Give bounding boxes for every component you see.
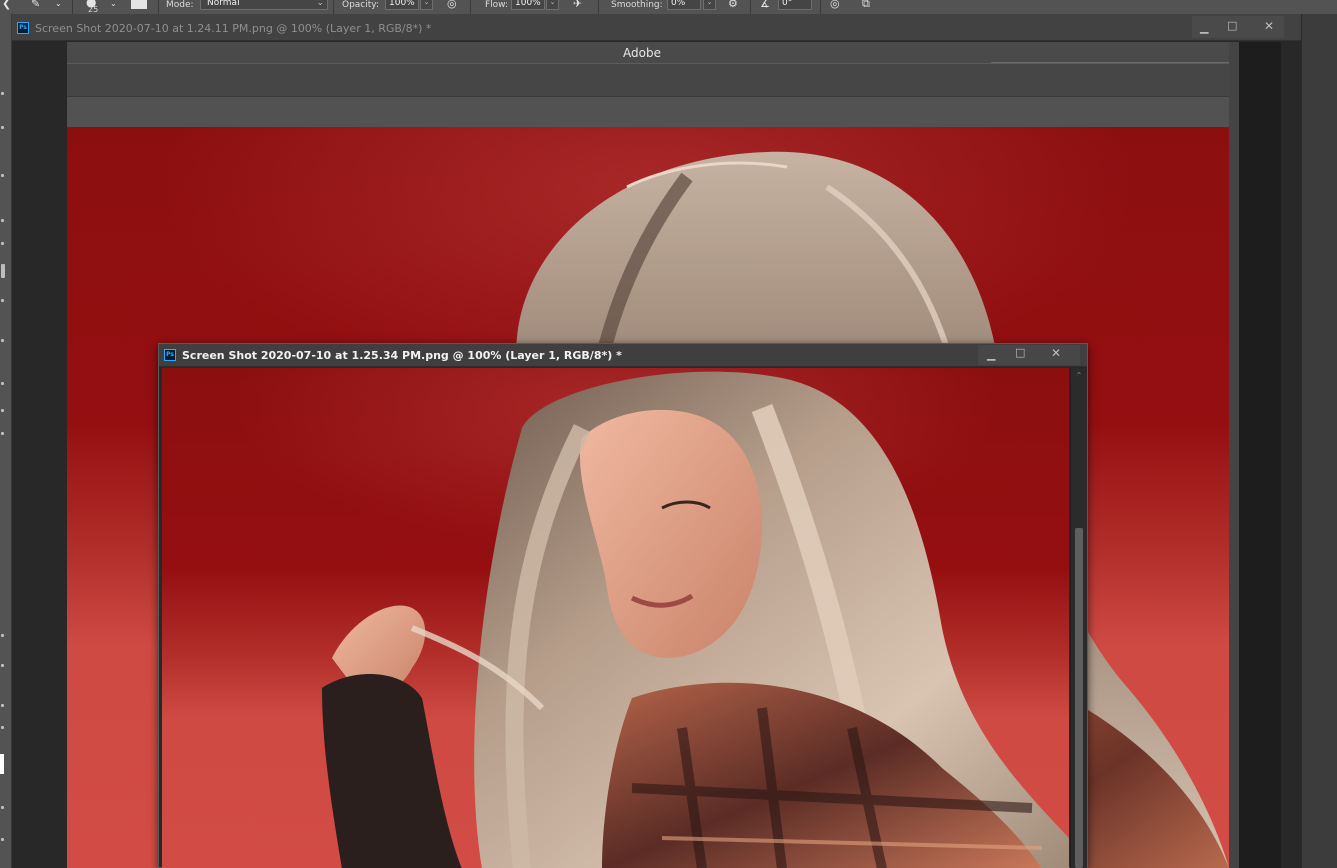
opacity-input[interactable]: 100% (385, 0, 419, 10)
tool-marker[interactable] (1, 432, 4, 435)
scroll-up-icon[interactable]: ⌃ (1071, 371, 1087, 381)
floating-document-titlebar[interactable]: Ps Screen Shot 2020-07-10 at 1.25.34 PM.… (159, 344, 1087, 367)
tool-marker[interactable] (1, 264, 5, 278)
mode-select-value: Normal (207, 0, 240, 8)
separator (470, 0, 471, 14)
photoshop-logo-icon: Ps (164, 349, 176, 361)
angle-icon: ∡ (760, 0, 770, 10)
opacity-dropdown-button[interactable]: ⌄ (420, 0, 433, 10)
tools-panel (0, 14, 12, 868)
gear-icon[interactable]: ⚙ (728, 0, 738, 10)
brush-size-label: 25 (88, 5, 99, 14)
floating-canvas-photo[interactable] (162, 368, 1069, 868)
angle-input[interactable]: 0° (778, 0, 812, 10)
embedded-toolbar (67, 64, 1229, 97)
tool-marker[interactable] (1, 299, 4, 302)
photoshop-logo-icon: Ps (17, 22, 29, 34)
embedded-subbar (67, 97, 1229, 127)
close-icon[interactable]: ✕ (1264, 20, 1274, 32)
tool-marker[interactable] (1, 806, 4, 809)
floating-document-window: Ps Screen Shot 2020-07-10 at 1.25.34 PM.… (158, 343, 1088, 868)
maximize-icon[interactable]: □ (1015, 347, 1025, 359)
tool-marker[interactable] (1, 409, 4, 412)
smoothing-input[interactable]: 0% (667, 0, 701, 10)
main-document-vertical-scrollbar[interactable] (1229, 42, 1281, 868)
embedded-app-header: Adobe (67, 42, 1229, 64)
main-document-title: Screen Shot 2020-07-10 at 1.24.11 PM.png… (35, 22, 432, 35)
symmetry-icon[interactable]: ⧉ (862, 0, 870, 10)
floating-document-vertical-scrollbar[interactable]: ⌃ (1070, 368, 1087, 868)
tool-marker[interactable] (1, 339, 4, 342)
embedded-app-title: Adobe (623, 46, 661, 60)
chevron-down-icon[interactable]: ⌄ (55, 0, 62, 10)
chevron-down-icon: ⌄ (316, 0, 324, 8)
separator (72, 0, 73, 14)
foreground-color-swatch[interactable] (0, 754, 4, 774)
scrollbar-thumb[interactable] (1075, 528, 1083, 868)
chevron-down-icon[interactable]: ⌄ (110, 0, 117, 10)
maximize-icon[interactable]: □ (1227, 20, 1237, 32)
tool-marker[interactable] (1, 726, 4, 729)
portrait-image (322, 371, 1069, 868)
separator (158, 0, 159, 14)
smoothing-label: Smoothing: (611, 0, 663, 10)
separator (750, 0, 751, 14)
tool-preset-arrow-icon[interactable]: ❮ (2, 0, 11, 10)
mode-select[interactable]: Normal ⌄ (200, 0, 328, 10)
tool-marker[interactable] (1, 174, 4, 177)
tool-marker[interactable] (1, 634, 4, 637)
tool-marker[interactable] (1, 219, 4, 222)
flow-dropdown-button[interactable]: ⌄ (546, 0, 559, 10)
brush-settings-panel-icon[interactable] (131, 0, 147, 9)
minimize-icon[interactable]: ▁ (987, 349, 995, 361)
brush-tool-icon[interactable]: ✎ (31, 0, 40, 10)
floating-document-title: Screen Shot 2020-07-10 at 1.25.34 PM.png… (182, 349, 622, 362)
pressure-opacity-icon[interactable]: ◎ (447, 0, 457, 10)
tool-marker[interactable] (1, 126, 4, 129)
tool-marker[interactable] (1, 242, 4, 245)
tool-marker[interactable] (1, 664, 4, 667)
separator (333, 0, 334, 14)
main-document-titlebar[interactable]: Ps Screen Shot 2020-07-10 at 1.24.11 PM.… (12, 14, 1301, 41)
close-icon[interactable]: ✕ (1051, 347, 1061, 359)
flow-input[interactable]: 100% (511, 0, 545, 10)
separator (820, 0, 821, 14)
flow-label: Flow: (485, 0, 509, 10)
options-bar: ❮ ✎ ⌄ ● 25 ⌄ Mode: Normal ⌄ Opacity: 100… (0, 0, 1337, 14)
tool-marker[interactable] (1, 838, 4, 841)
minimize-icon[interactable]: ▁ (1200, 22, 1208, 34)
tool-marker[interactable] (1, 92, 4, 95)
tool-marker[interactable] (1, 704, 4, 707)
mode-label: Mode: (166, 0, 194, 10)
divider (991, 62, 1229, 63)
right-panel-dock (1301, 14, 1337, 868)
scrollbar-track[interactable] (1229, 42, 1239, 868)
opacity-label: Opacity: (342, 0, 379, 10)
pressure-size-icon[interactable]: ◎ (830, 0, 840, 10)
separator (598, 0, 599, 14)
smoothing-dropdown-button[interactable]: ⌄ (703, 0, 716, 10)
airbrush-icon[interactable]: ✈ (573, 0, 582, 10)
tool-marker[interactable] (1, 382, 4, 385)
